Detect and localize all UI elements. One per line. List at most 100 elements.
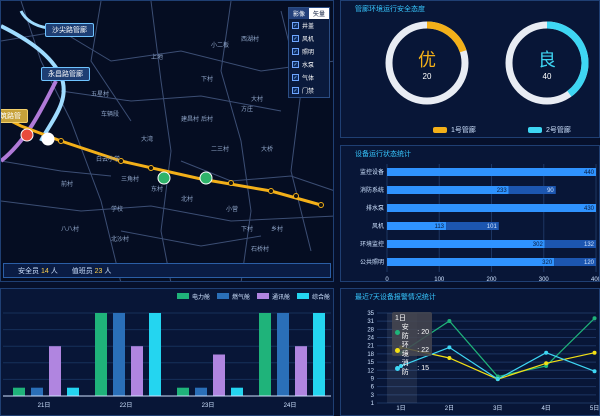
daily-bar <box>277 313 289 396</box>
daily-bar <box>231 387 243 396</box>
checkbox-icon[interactable]: ✓ <box>292 74 299 81</box>
legend-swatch <box>297 293 309 299</box>
week-point <box>447 345 452 350</box>
week-x-label: 2日 <box>445 405 454 412</box>
tooltip-title: 1日 <box>395 315 406 322</box>
legend-label: 燃气舱 <box>232 293 250 301</box>
map-road-10 <box>120 230 262 247</box>
route-stop-6 <box>318 202 324 208</box>
week-point <box>592 350 597 355</box>
legend-swatch <box>177 293 189 299</box>
map-panel[interactable]: 上地 小二板 西湖村 大村 建昌村 车辆段 二三村 东村 三角村 北村 下村 乡村 北沙村 八八村 五星村下… <box>0 0 334 282</box>
checkbox-icon[interactable]: ✓ <box>292 61 299 68</box>
week-x-label: 1日 <box>396 405 405 412</box>
map-place-label: 大湾 <box>141 135 153 143</box>
layer-1[interactable]: ✓ 风机 <box>289 32 329 45</box>
equip-bar-a <box>387 186 509 194</box>
map-place-label: 乡村 <box>271 225 283 233</box>
daily-bar <box>49 346 61 396</box>
route-stop-3 <box>228 180 234 186</box>
equip-tick-label: 0 <box>385 277 389 281</box>
week-y-label: 35 <box>367 311 374 317</box>
map-place-label: 大村 <box>251 95 263 103</box>
layer-4[interactable]: ✓ 气体 <box>289 71 329 84</box>
layer-2[interactable]: ✓ 照明 <box>289 45 329 58</box>
map-place-label: 车辆段 <box>101 110 119 118</box>
route-stop-4 <box>268 188 274 194</box>
daily-bar <box>313 313 325 396</box>
equip-bar-b-label: 132 <box>584 242 595 248</box>
week-y-label: 12 <box>367 368 374 374</box>
map-road-8 <box>1 160 112 177</box>
week-y-label: 31 <box>367 319 374 325</box>
layer-5[interactable]: ✓ 门禁 <box>289 84 329 97</box>
equip-bar-a-label: 302 <box>533 242 544 248</box>
daily-chart: 电力舱 燃气舱 通讯舱 综合舱 21日 22日 23日 24日 <box>3 293 331 409</box>
map-place-label: 大桥 <box>261 145 273 153</box>
map-place-label: 石桥村 <box>251 245 269 253</box>
equip-bar-a <box>387 204 596 212</box>
map-tag-2[interactable]: 永昌路管廊 <box>41 67 90 81</box>
week-point <box>544 350 549 355</box>
legend-corridor-1[interactable]: 1号管廊 <box>433 125 476 135</box>
week-point <box>592 369 597 374</box>
equip-bar-a <box>387 240 545 248</box>
checkbox-icon[interactable]: ✓ <box>292 35 299 42</box>
layer-0[interactable]: ✓ 井盖 <box>289 19 329 32</box>
map-place-label: 北沙村 <box>111 235 129 243</box>
route-stop-5 <box>293 193 299 199</box>
safety-panel: 管廊环境运行安全态度 优 20 良 40 1号管廊 2号管廊 <box>340 0 600 138</box>
equip-bar-b-label: 101 <box>487 224 498 230</box>
daily-category-label: 22日 <box>120 402 133 409</box>
daily-category-label: 24日 <box>284 402 297 409</box>
map-road-0 <box>1 30 333 72</box>
equip-bar-a-label: 320 <box>542 260 553 266</box>
checkbox-icon[interactable]: ✓ <box>292 48 299 55</box>
daily-category-label: 23日 <box>202 402 215 409</box>
map-marker-2 <box>157 171 171 185</box>
map-place-label: 后村 <box>201 115 213 123</box>
week-y-label: 1 <box>371 401 375 407</box>
daily-panel: 电力舱 燃气舱 通讯舱 综合舱 21日 22日 23日 24日 <box>0 288 334 416</box>
daily-bar <box>295 346 307 396</box>
equip-bar-a-label: 113 <box>434 224 444 230</box>
map-place-label: 方庄 <box>241 105 253 113</box>
map-canvas[interactable]: 上地小二板西湖村大村建昌村车辆段二三村东村三角村北村下村 乡村北沙村八八村五星村下… <box>1 1 334 282</box>
week-x-label: 5日 <box>590 405 599 412</box>
map-place-label: 上地 <box>151 53 163 61</box>
map-place-label: 前村 <box>61 180 73 188</box>
week-point <box>495 377 500 382</box>
equip-category-label: 消防系统 <box>360 186 384 194</box>
route-stop-0 <box>58 138 64 144</box>
equip-category-label: 风机 <box>372 222 384 230</box>
map-place-label: 五星村 <box>91 90 109 98</box>
map-tag-3[interactable]: 筑路管 <box>1 109 28 123</box>
legend-swatch <box>217 293 229 299</box>
daily-bar <box>13 387 25 396</box>
daily-bar <box>131 346 143 396</box>
equip-tick-label: 200 <box>486 277 497 281</box>
map-road-4 <box>1 200 333 222</box>
equip-category-label: 环境监控 <box>360 240 384 248</box>
tab-vector[interactable]: 矢量 <box>309 8 329 19</box>
legend-corridor-2[interactable]: 2号管廊 <box>528 125 571 135</box>
tab-imagery[interactable]: 影像 <box>289 8 309 19</box>
equip-category-label: 公共照明 <box>360 258 384 266</box>
week-point <box>544 361 549 366</box>
weekly-chart: 1 3 6 9 12 15 18 21 24 28 31 35 1日 2日 3日 4日 5日 <box>367 311 599 412</box>
map-place-label: 小营 <box>226 205 238 213</box>
checkbox-icon[interactable]: ✓ <box>292 87 299 94</box>
map-marker-1 <box>41 132 55 146</box>
map-road-1 <box>20 1 122 281</box>
layer-3[interactable]: ✓ 水泵 <box>289 58 329 71</box>
week-y-label: 18 <box>367 352 374 358</box>
week-x-label: 3日 <box>493 405 502 412</box>
daily-bar <box>259 313 271 396</box>
checkbox-icon[interactable]: ✓ <box>292 22 299 29</box>
weekly-alarm-panel: 最近7天设备报警情况统计 1 3 6 9 12 15 18 21 24 28 31 35 1日 2日 3日 4… <box>340 288 600 416</box>
equip-bar-a-label: 233 <box>497 188 508 194</box>
equip-category-label: 排水泵 <box>366 204 384 212</box>
map-tag-1[interactable]: 沙尖路管廊 <box>45 23 94 37</box>
map-marker-0 <box>20 128 34 142</box>
week-y-label: 6 <box>371 385 375 391</box>
